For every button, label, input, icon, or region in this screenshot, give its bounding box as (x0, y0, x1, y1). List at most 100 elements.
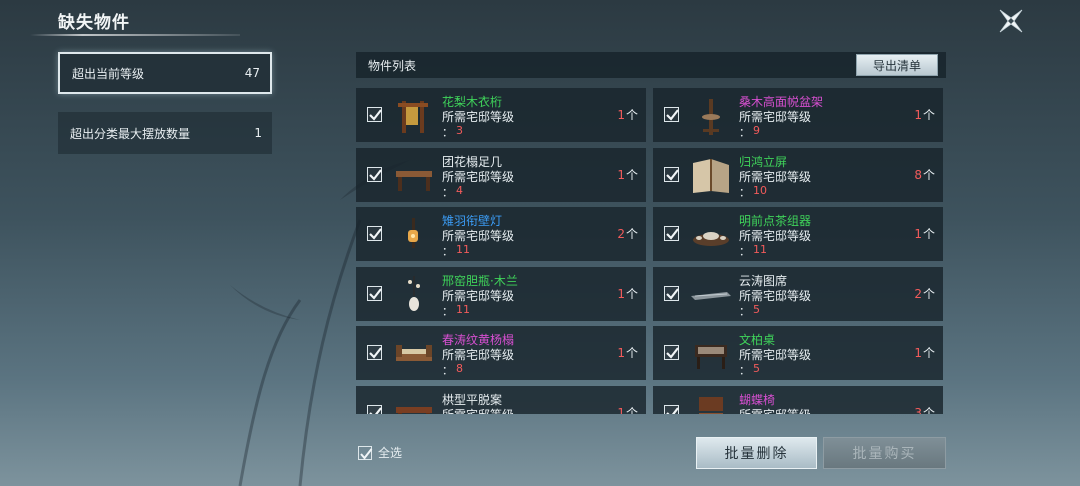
item-checkbox[interactable] (367, 405, 382, 414)
checkmark-icon (369, 169, 382, 181)
list-item[interactable]: 团花榻足几 所需宅邸等级： 4 1个 (356, 148, 646, 202)
item-checkbox[interactable] (664, 167, 679, 182)
item-quantity: 1个 (617, 106, 638, 123)
checkmark-icon (360, 447, 373, 460)
item-quantity-unit: 个 (625, 108, 638, 122)
item-quantity-number: 1 (617, 346, 625, 360)
mat-icon (691, 292, 731, 300)
item-required-level-label: 所需宅邸等级 (739, 348, 812, 362)
item-quantity: 1个 (617, 285, 638, 302)
item-checkbox[interactable] (367, 286, 382, 301)
window-header: 缺失物件 (0, 0, 240, 40)
item-quantity-unit: 个 (922, 346, 935, 360)
item-level-colon: ： (739, 245, 750, 258)
category-label: 超出当前等级 (72, 66, 145, 81)
batch-buy-button[interactable]: 批量购买 (823, 437, 946, 469)
wall-lamp-icon (408, 218, 418, 248)
low-table-icon (396, 171, 432, 191)
item-checkbox[interactable] (664, 286, 679, 301)
checkmark-icon (666, 407, 679, 414)
item-checkbox[interactable] (367, 226, 382, 241)
item-required-level: 3 (456, 124, 463, 137)
title-underline (30, 34, 240, 36)
item-required-level-label: 所需宅邸等级 (442, 229, 515, 243)
item-required-level: 5 (753, 303, 760, 316)
item-level-colon: ： (739, 186, 750, 199)
item-list-header: 物件列表 导出清单 (356, 52, 946, 78)
item-quantity-number: 1 (617, 406, 625, 414)
list-item[interactable]: 明前点茶组器 所需宅邸等级： 11 1个 (653, 207, 943, 261)
item-quantity-unit: 个 (922, 227, 935, 241)
list-item[interactable]: 雉羽衔壁灯 所需宅邸等级： 11 2个 (356, 207, 646, 261)
batch-delete-button[interactable]: 批量删除 (696, 437, 817, 469)
checkmark-icon (666, 169, 679, 181)
item-checkbox[interactable] (367, 107, 382, 122)
chair-icon (699, 397, 723, 414)
list-item[interactable]: 栱型平脱案所需宅邸等级：1个 (356, 386, 646, 414)
list-item[interactable]: 蝴蝶椅所需宅邸等级：3个 (653, 386, 943, 414)
export-list-button[interactable]: 导出清单 (856, 54, 938, 76)
item-quantity-number: 2 (914, 287, 922, 301)
checkmark-icon (369, 347, 382, 359)
list-item[interactable]: 云涛图席 所需宅邸等级： 5 2个 (653, 267, 943, 321)
close-button[interactable] (996, 6, 1026, 36)
item-level-colon: ： (442, 186, 453, 199)
item-level-colon: ： (442, 364, 453, 377)
item-required-level: 8 (456, 362, 463, 375)
item-level-colon: ： (739, 305, 750, 318)
item-quantity-number: 2 (617, 227, 625, 241)
item-quantity-unit: 个 (922, 168, 935, 182)
couch-icon (396, 345, 432, 361)
checkmark-icon (666, 109, 679, 121)
item-checkbox[interactable] (664, 405, 679, 414)
category-count: 47 (244, 66, 260, 80)
item-level-colon: ： (442, 305, 453, 318)
item-checkbox[interactable] (664, 345, 679, 360)
item-quantity-number: 8 (914, 168, 922, 182)
list-item[interactable]: 桑木高面帨盆架 所需宅邸等级： 9 1个 (653, 88, 943, 142)
item-required-level-label: 所需宅邸等级 (442, 289, 515, 303)
vase-icon (408, 276, 420, 311)
item-quantity-number: 1 (617, 108, 625, 122)
item-quantity-unit: 个 (922, 287, 935, 301)
item-required-level: 11 (456, 243, 470, 256)
checkmark-icon (369, 288, 382, 300)
item-quantity-number: 1 (914, 346, 922, 360)
item-required-level: 5 (753, 362, 760, 375)
item-quantity: 1个 (914, 106, 935, 123)
item-quantity-number: 1 (617, 168, 625, 182)
category-over-level[interactable]: 超出当前等级 47 (58, 52, 272, 94)
list-item[interactable]: 春涛纹黄杨榻 所需宅邸等级： 8 1个 (356, 326, 646, 380)
list-item[interactable]: 文柏桌 所需宅邸等级： 5 1个 (653, 326, 943, 380)
item-quantity: 2个 (617, 225, 638, 242)
category-label: 超出分类最大摆放数量 (70, 126, 191, 141)
item-quantity: 1个 (617, 166, 638, 183)
list-item[interactable]: 花梨木衣桁 所需宅邸等级： 3 1个 (356, 88, 646, 142)
screen-icon (693, 159, 729, 193)
category-over-max-placement[interactable]: 超出分类最大摆放数量 1 (58, 112, 272, 154)
checkmark-icon (369, 407, 382, 414)
item-required-level-label: 所需宅邸等级 (442, 406, 514, 414)
item-checkbox[interactable] (367, 167, 382, 182)
select-all-checkbox[interactable]: 全选 (358, 444, 402, 461)
item-quantity: 1个 (914, 225, 935, 242)
item-checkbox[interactable] (367, 345, 382, 360)
item-quantity-unit: 个 (922, 108, 935, 122)
item-checkbox[interactable] (664, 107, 679, 122)
checkbox[interactable] (358, 445, 373, 460)
item-quantity-unit: 个 (922, 406, 935, 414)
item-level-colon: ： (739, 364, 750, 377)
item-required-level: 9 (753, 124, 760, 137)
item-quantity-unit: 个 (625, 346, 638, 360)
item-checkbox[interactable] (664, 226, 679, 241)
list-item[interactable]: 归鸿立屏 所需宅邸等级： 10 8个 (653, 148, 943, 202)
item-quantity: 1个 (914, 344, 935, 361)
item-list-title: 物件列表 (368, 58, 417, 73)
item-required-level: 11 (753, 243, 767, 256)
table-icon (396, 407, 432, 414)
item-required-level: 4 (456, 184, 463, 197)
item-level-colon: ： (442, 245, 453, 258)
item-required-level-label: 所需宅邸等级 (739, 406, 811, 414)
list-item[interactable]: 邢窑胆瓶·木兰 所需宅邸等级： 11 1个 (356, 267, 646, 321)
close-icon (999, 9, 1023, 33)
